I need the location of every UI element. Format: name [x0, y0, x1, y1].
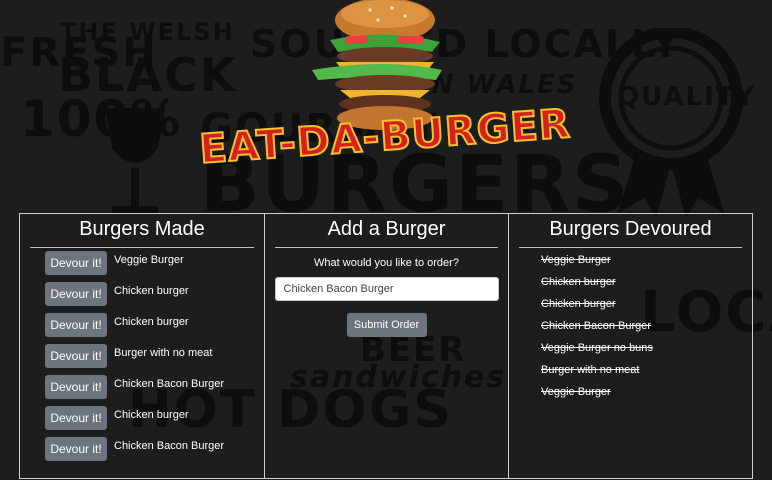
burger-name: Chicken Bacon Burger [114, 440, 225, 452]
devour-button[interactable]: Devour it! [45, 282, 107, 306]
add-burger-title: Add a Burger [275, 214, 498, 248]
burgers-devoured-list: Veggie Burger Chicken burger Chicken bur… [541, 254, 653, 408]
add-burger-panel: Add a Burger What would you like to orde… [264, 213, 509, 479]
burgers-made-title: Burgers Made [30, 214, 254, 248]
burger-name: Chicken burger [114, 316, 189, 328]
list-item: Devour it! Chicken burger [45, 406, 224, 437]
list-item: Veggie Burger [541, 386, 611, 398]
list-item: Devour it! Chicken Bacon Burger [45, 437, 224, 468]
devour-button[interactable]: Devour it! [45, 344, 107, 368]
list-item: Veggie Burger [541, 254, 611, 266]
list-item: Devour it! Chicken burger [45, 282, 224, 313]
devour-button[interactable]: Devour it! [45, 313, 107, 337]
burgers-devoured-panel: Burgers Devoured Veggie Burger Chicken b… [508, 213, 753, 479]
submit-order-button[interactable]: Submit Order [346, 313, 427, 337]
burger-name: Chicken burger [114, 409, 189, 421]
list-item: Devour it! Veggie Burger [45, 251, 224, 282]
burgers-devoured-title: Burgers Devoured [519, 214, 742, 248]
list-item: Devour it! Burger with no meat [45, 344, 224, 375]
burgers-made-panel: Burgers Made Devour it! Veggie Burger De… [19, 213, 265, 479]
devour-button[interactable]: Devour it! [45, 251, 107, 275]
burger-name: Burger with no meat [114, 347, 213, 359]
order-prompt: What would you like to order? [314, 257, 459, 269]
list-item: Chicken Bacon Burger [541, 320, 652, 332]
burger-name: Veggie Burger [114, 254, 184, 266]
list-item: Devour it! Chicken Bacon Burger [45, 375, 224, 406]
burger-logo: EAT-DA-BURGER [197, 0, 573, 174]
list-item: Chicken burger [541, 276, 616, 288]
list-item: Chicken burger [541, 298, 616, 310]
burger-name: Chicken burger [114, 285, 189, 297]
burgers-made-list: Devour it! Veggie Burger Devour it! Chic… [45, 251, 224, 468]
devour-button[interactable]: Devour it! [45, 406, 107, 430]
list-item: Burger with no meat [541, 364, 640, 376]
devour-button[interactable]: Devour it! [45, 437, 107, 461]
list-item: Veggie Burger no buns [541, 342, 653, 354]
burger-name-input[interactable] [274, 277, 499, 301]
list-item: Devour it! Chicken burger [45, 313, 224, 344]
burger-name: Chicken Bacon Burger [114, 378, 225, 390]
devour-button[interactable]: Devour it! [45, 375, 107, 399]
